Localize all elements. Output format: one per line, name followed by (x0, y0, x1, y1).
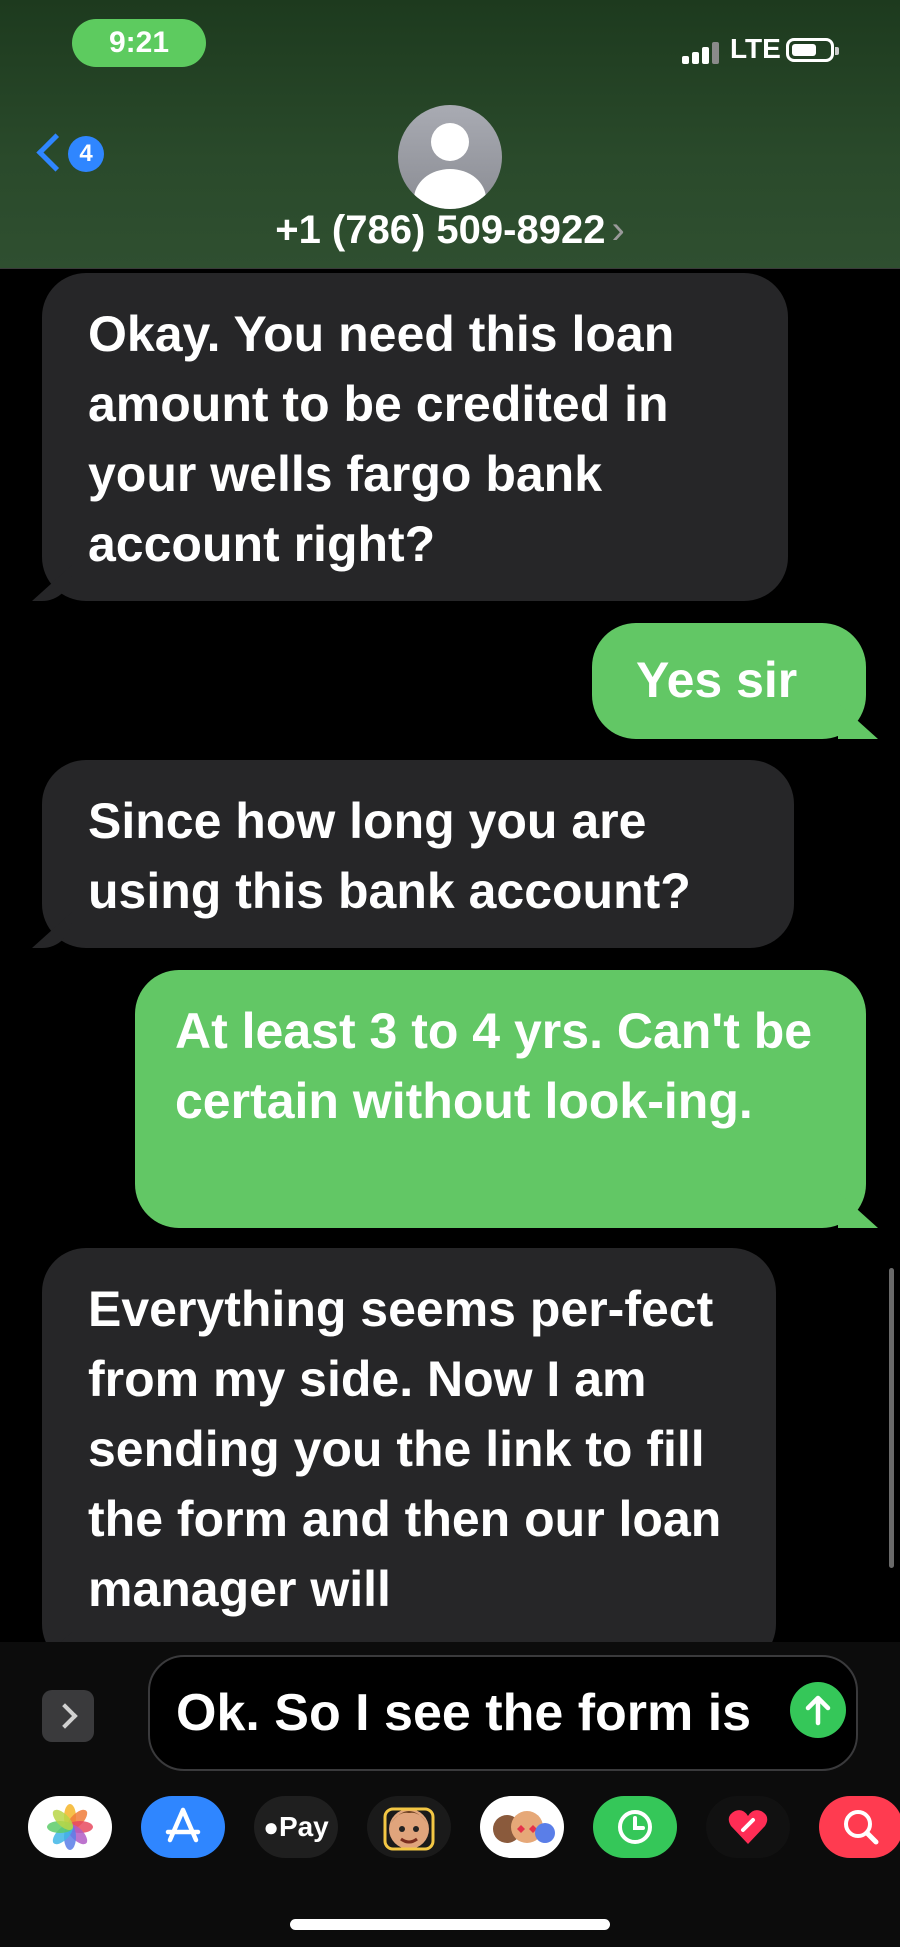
composer-bar: Ok. So I see the form is (0, 1642, 900, 1782)
message-input[interactable]: Ok. So I see the form is (148, 1655, 858, 1771)
conversation-header: 9:21 LTE 4 +1 (786) 509-8922 › (0, 0, 900, 269)
app-store-icon[interactable] (141, 1796, 225, 1858)
message-bubble-outgoing[interactable]: At least 3 to 4 yrs. Can't be certain wi… (135, 970, 866, 1228)
message-bubble-incoming[interactable]: Since how long you are using this bank a… (42, 760, 794, 948)
memoji-stickers-icon[interactable] (480, 1796, 564, 1858)
unread-count-badge: 4 (68, 136, 104, 172)
home-indicator[interactable] (290, 1919, 610, 1930)
chevron-right-icon: › (611, 208, 625, 252)
status-time: 9:21 (72, 19, 206, 67)
apps-toggle-button[interactable] (42, 1690, 94, 1742)
message-bubble-incoming[interactable]: Okay. You need this loan amount to be cr… (42, 273, 788, 601)
back-button[interactable]: 4 (30, 132, 110, 182)
message-text: Since how long you are using this bank a… (88, 793, 691, 919)
scrollbar[interactable] (889, 1268, 894, 1568)
message-text: Okay. You need this loan amount to be cr… (88, 306, 675, 572)
digital-touch-icon[interactable] (706, 1796, 790, 1858)
screen-time-icon[interactable] (593, 1796, 677, 1858)
send-button[interactable] (790, 1682, 846, 1738)
contact-title[interactable]: +1 (786) 509-8922 › (0, 208, 900, 253)
chevron-right-icon (52, 1703, 78, 1729)
message-text: Everything seems per-fect from my side. … (88, 1281, 722, 1617)
signal-icon (682, 40, 720, 64)
message-text: Yes sir (636, 652, 798, 708)
images-search-icon[interactable] (819, 1796, 900, 1858)
message-text: At least 3 to 4 yrs. Can't be certain wi… (175, 1003, 813, 1129)
contact-avatar[interactable] (398, 105, 502, 209)
message-thread[interactable]: Okay. You need this loan amount to be cr… (0, 268, 900, 1642)
arrow-up-icon (805, 1695, 831, 1726)
contact-number: +1 (786) 509-8922 (275, 208, 606, 252)
apple-pay-icon[interactable]: ● Pay (254, 1796, 338, 1858)
network-label: LTE (730, 33, 781, 64)
message-bubble-outgoing[interactable]: Yes sir (592, 623, 866, 739)
memoji-icon[interactable] (367, 1796, 451, 1858)
message-bubble-incoming[interactable]: Everything seems per-fect from my side. … (42, 1248, 776, 1642)
battery-icon (786, 38, 839, 62)
photos-app-icon[interactable] (28, 1796, 112, 1858)
